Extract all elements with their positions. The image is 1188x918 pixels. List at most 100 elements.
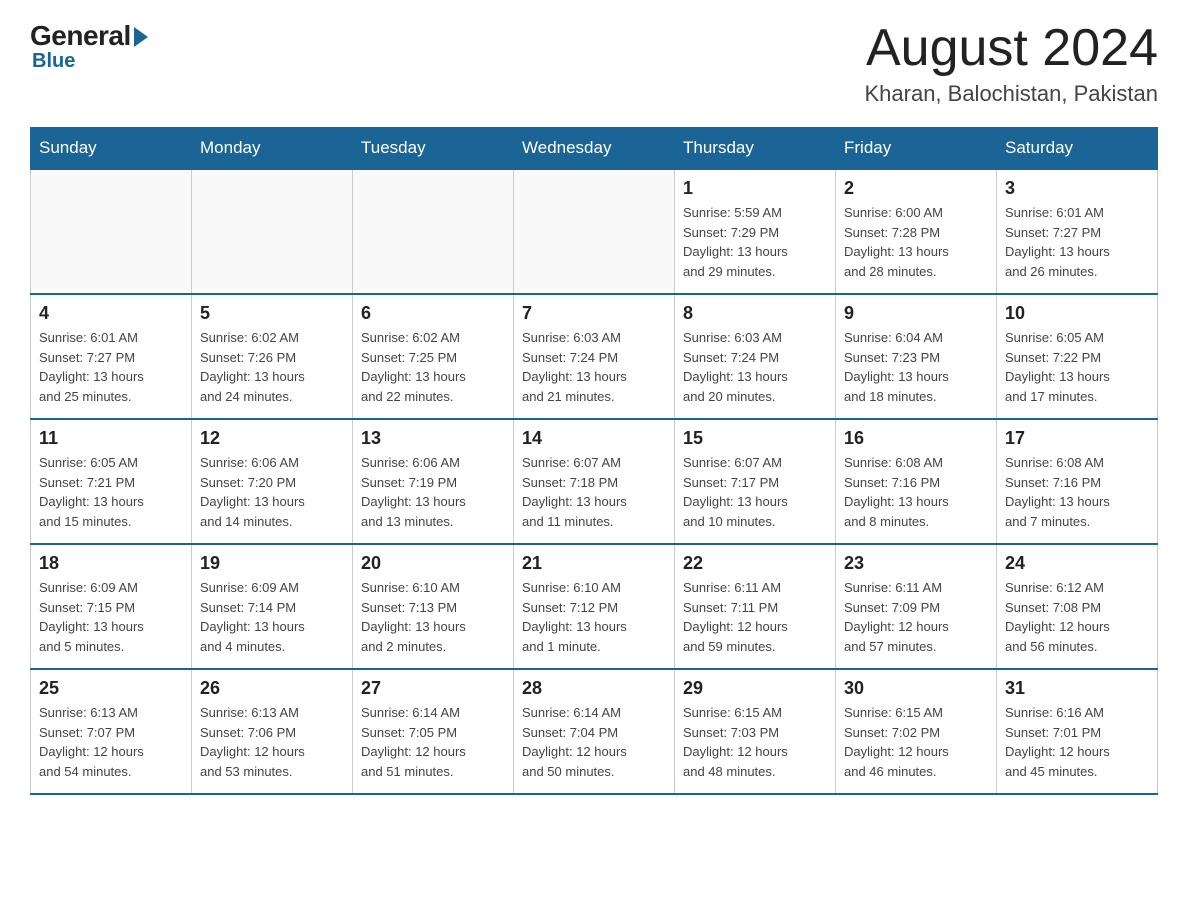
day-info: Sunrise: 6:07 AM Sunset: 7:17 PM Dayligh… bbox=[683, 453, 827, 531]
calendar-cell: 30Sunrise: 6:15 AM Sunset: 7:02 PM Dayli… bbox=[836, 669, 997, 794]
day-of-week-header: Friday bbox=[836, 128, 997, 170]
calendar-cell: 7 Sunrise: 6:03 AM Sunset: 7:24 PM Daylig… bbox=[514, 294, 675, 419]
calendar-cell: 3 Sunrise: 6:01 AM Sunset: 7:27 PM Daylig… bbox=[997, 169, 1158, 294]
calendar-table: SundayMondayTuesdayWednesdayThursdayFrid… bbox=[30, 127, 1158, 795]
day-info: Sunrise: 6:00 AM Sunset: 7:28 PM Dayligh… bbox=[844, 203, 988, 281]
day-number: 18 bbox=[39, 553, 183, 574]
day-info: Sunrise: 6:11 AM Sunset: 7:09 PM Dayligh… bbox=[844, 578, 988, 656]
day-info: Sunrise: 6:06 AM Sunset: 7:19 PM Dayligh… bbox=[361, 453, 505, 531]
day-number: 31 bbox=[1005, 678, 1149, 699]
calendar-cell bbox=[31, 169, 192, 294]
day-number: 20 bbox=[361, 553, 505, 574]
day-info: Sunrise: 6:10 AM Sunset: 7:13 PM Dayligh… bbox=[361, 578, 505, 656]
calendar-cell: 9Sunrise: 6:04 AM Sunset: 7:23 PM Daylig… bbox=[836, 294, 997, 419]
day-number: 23 bbox=[844, 553, 988, 574]
day-info: Sunrise: 6:16 AM Sunset: 7:01 PM Dayligh… bbox=[1005, 703, 1149, 781]
calendar-cell: 17 Sunrise: 6:08 AM Sunset: 7:16 PM Dayli… bbox=[997, 419, 1158, 544]
calendar-cell: 2Sunrise: 6:00 AM Sunset: 7:28 PM Daylig… bbox=[836, 169, 997, 294]
day-info: Sunrise: 6:08 AM Sunset: 7:16 PM Dayligh… bbox=[1005, 453, 1149, 531]
calendar-cell: 4 Sunrise: 6:01 AM Sunset: 7:27 PM Daylig… bbox=[31, 294, 192, 419]
day-info: Sunrise: 6:12 AM Sunset: 7:08 PM Dayligh… bbox=[1005, 578, 1149, 656]
day-of-week-header: Wednesday bbox=[514, 128, 675, 170]
day-info: Sunrise: 6:09 AM Sunset: 7:15 PM Dayligh… bbox=[39, 578, 183, 656]
day-number: 10 bbox=[1005, 303, 1149, 324]
day-number: 8 bbox=[683, 303, 827, 324]
calendar-cell: 1 Sunrise: 5:59 AM Sunset: 7:29 PM Daylig… bbox=[675, 169, 836, 294]
day-number: 26 bbox=[200, 678, 344, 699]
calendar-cell: 12 Sunrise: 6:06 AM Sunset: 7:20 PM Dayli… bbox=[192, 419, 353, 544]
day-info: Sunrise: 6:04 AM Sunset: 7:23 PM Dayligh… bbox=[844, 328, 988, 406]
page-header: General Blue August 2024 Kharan, Balochi… bbox=[30, 20, 1158, 107]
day-number: 27 bbox=[361, 678, 505, 699]
day-of-week-header: Saturday bbox=[997, 128, 1158, 170]
day-of-week-header: Thursday bbox=[675, 128, 836, 170]
calendar-week-row: 11Sunrise: 6:05 AM Sunset: 7:21 PM Dayli… bbox=[31, 419, 1158, 544]
calendar-cell bbox=[514, 169, 675, 294]
calendar-cell bbox=[353, 169, 514, 294]
calendar-cell: 27 Sunrise: 6:14 AM Sunset: 7:05 PM Dayli… bbox=[353, 669, 514, 794]
day-info: Sunrise: 6:01 AM Sunset: 7:27 PM Dayligh… bbox=[1005, 203, 1149, 281]
day-info: Sunrise: 6:05 AM Sunset: 7:22 PM Dayligh… bbox=[1005, 328, 1149, 406]
title-area: August 2024 Kharan, Balochistan, Pakista… bbox=[864, 20, 1158, 107]
day-info: Sunrise: 5:59 AM Sunset: 7:29 PM Dayligh… bbox=[683, 203, 827, 281]
day-info: Sunrise: 6:15 AM Sunset: 7:02 PM Dayligh… bbox=[844, 703, 988, 781]
day-of-week-header: Tuesday bbox=[353, 128, 514, 170]
day-number: 19 bbox=[200, 553, 344, 574]
calendar-cell: 25 Sunrise: 6:13 AM Sunset: 7:07 PM Dayli… bbox=[31, 669, 192, 794]
calendar-cell: 13 Sunrise: 6:06 AM Sunset: 7:19 PM Dayli… bbox=[353, 419, 514, 544]
calendar-cell: 29Sunrise: 6:15 AM Sunset: 7:03 PM Dayli… bbox=[675, 669, 836, 794]
day-info: Sunrise: 6:02 AM Sunset: 7:26 PM Dayligh… bbox=[200, 328, 344, 406]
calendar-cell bbox=[192, 169, 353, 294]
calendar-cell: 26 Sunrise: 6:13 AM Sunset: 7:06 PM Dayli… bbox=[192, 669, 353, 794]
month-title: August 2024 bbox=[864, 20, 1158, 77]
day-number: 29 bbox=[683, 678, 827, 699]
calendar-cell: 14 Sunrise: 6:07 AM Sunset: 7:18 PM Dayli… bbox=[514, 419, 675, 544]
calendar-header-row: SundayMondayTuesdayWednesdayThursdayFrid… bbox=[31, 128, 1158, 170]
day-number: 14 bbox=[522, 428, 666, 449]
calendar-cell: 20 Sunrise: 6:10 AM Sunset: 7:13 PM Dayli… bbox=[353, 544, 514, 669]
calendar-cell: 5Sunrise: 6:02 AM Sunset: 7:26 PM Daylig… bbox=[192, 294, 353, 419]
calendar-cell: 10 Sunrise: 6:05 AM Sunset: 7:22 PM Dayli… bbox=[997, 294, 1158, 419]
location-title: Kharan, Balochistan, Pakistan bbox=[864, 81, 1158, 107]
calendar-cell: 19Sunrise: 6:09 AM Sunset: 7:14 PM Dayli… bbox=[192, 544, 353, 669]
calendar-cell: 23 Sunrise: 6:11 AM Sunset: 7:09 PM Dayli… bbox=[836, 544, 997, 669]
logo: General Blue bbox=[30, 20, 148, 73]
day-number: 7 bbox=[522, 303, 666, 324]
day-info: Sunrise: 6:06 AM Sunset: 7:20 PM Dayligh… bbox=[200, 453, 344, 531]
day-number: 4 bbox=[39, 303, 183, 324]
day-number: 1 bbox=[683, 178, 827, 199]
day-number: 13 bbox=[361, 428, 505, 449]
day-number: 15 bbox=[683, 428, 827, 449]
calendar-cell: 18 Sunrise: 6:09 AM Sunset: 7:15 PM Dayli… bbox=[31, 544, 192, 669]
day-number: 25 bbox=[39, 678, 183, 699]
day-number: 17 bbox=[1005, 428, 1149, 449]
day-number: 3 bbox=[1005, 178, 1149, 199]
calendar-week-row: 1 Sunrise: 5:59 AM Sunset: 7:29 PM Daylig… bbox=[31, 169, 1158, 294]
day-info: Sunrise: 6:03 AM Sunset: 7:24 PM Dayligh… bbox=[683, 328, 827, 406]
day-info: Sunrise: 6:08 AM Sunset: 7:16 PM Dayligh… bbox=[844, 453, 988, 531]
day-number: 16 bbox=[844, 428, 988, 449]
day-number: 28 bbox=[522, 678, 666, 699]
calendar-cell: 6Sunrise: 6:02 AM Sunset: 7:25 PM Daylig… bbox=[353, 294, 514, 419]
calendar-cell: 11Sunrise: 6:05 AM Sunset: 7:21 PM Dayli… bbox=[31, 419, 192, 544]
day-info: Sunrise: 6:03 AM Sunset: 7:24 PM Dayligh… bbox=[522, 328, 666, 406]
day-info: Sunrise: 6:13 AM Sunset: 7:07 PM Dayligh… bbox=[39, 703, 183, 781]
day-number: 6 bbox=[361, 303, 505, 324]
day-info: Sunrise: 6:07 AM Sunset: 7:18 PM Dayligh… bbox=[522, 453, 666, 531]
day-number: 21 bbox=[522, 553, 666, 574]
logo-triangle-icon bbox=[134, 27, 148, 47]
day-info: Sunrise: 6:14 AM Sunset: 7:05 PM Dayligh… bbox=[361, 703, 505, 781]
day-number: 12 bbox=[200, 428, 344, 449]
day-info: Sunrise: 6:11 AM Sunset: 7:11 PM Dayligh… bbox=[683, 578, 827, 656]
day-info: Sunrise: 6:01 AM Sunset: 7:27 PM Dayligh… bbox=[39, 328, 183, 406]
logo-general-text: General bbox=[30, 20, 131, 52]
logo-blue-text: Blue bbox=[32, 50, 75, 73]
day-info: Sunrise: 6:13 AM Sunset: 7:06 PM Dayligh… bbox=[200, 703, 344, 781]
calendar-cell: 8 Sunrise: 6:03 AM Sunset: 7:24 PM Daylig… bbox=[675, 294, 836, 419]
calendar-week-row: 18 Sunrise: 6:09 AM Sunset: 7:15 PM Dayli… bbox=[31, 544, 1158, 669]
day-number: 22 bbox=[683, 553, 827, 574]
day-info: Sunrise: 6:10 AM Sunset: 7:12 PM Dayligh… bbox=[522, 578, 666, 656]
day-of-week-header: Monday bbox=[192, 128, 353, 170]
calendar-cell: 22 Sunrise: 6:11 AM Sunset: 7:11 PM Dayli… bbox=[675, 544, 836, 669]
calendar-week-row: 25 Sunrise: 6:13 AM Sunset: 7:07 PM Dayli… bbox=[31, 669, 1158, 794]
